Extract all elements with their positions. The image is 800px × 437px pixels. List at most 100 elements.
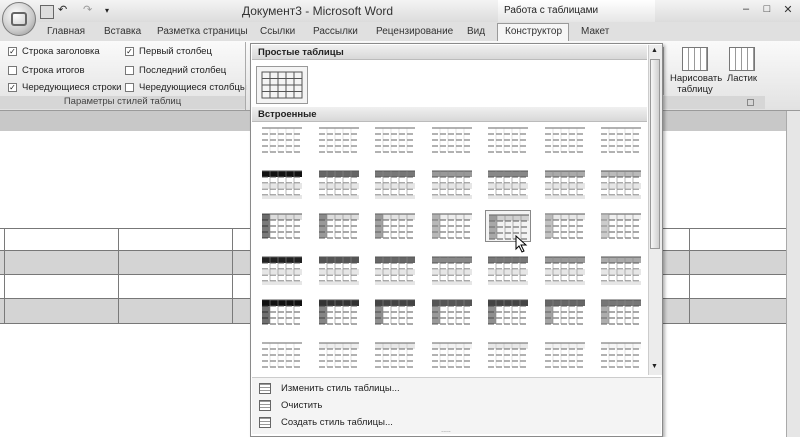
- table-style-thumb-icon: [544, 342, 585, 368]
- table-style-thumb-icon: [318, 213, 359, 239]
- plain-table-style[interactable]: [256, 66, 308, 104]
- table-style-thumb-icon: [544, 256, 585, 285]
- table-style-thumb-icon: [375, 342, 415, 368]
- table-style-option[interactable]: [316, 167, 362, 199]
- office-logo-icon: [11, 12, 27, 26]
- table-style-thumb-icon: [318, 299, 359, 325]
- table-style-thumb-icon: [431, 299, 472, 325]
- table-border: [232, 228, 233, 323]
- table-style-option[interactable]: [485, 296, 531, 328]
- table-style-thumb-icon: [601, 256, 641, 285]
- table-style-option[interactable]: [372, 296, 418, 328]
- gallery-resize-grip[interactable]: .....: [431, 427, 461, 435]
- table-style-thumb-icon: [318, 256, 359, 285]
- table-style-option[interactable]: [372, 167, 418, 199]
- table-style-option[interactable]: [316, 296, 362, 328]
- table-style-option[interactable]: [598, 296, 644, 328]
- table-style-option[interactable]: [429, 124, 475, 156]
- table-style-thumb-icon: [431, 127, 472, 153]
- table-style-thumb-icon: [601, 170, 641, 199]
- table-style-option[interactable]: [372, 210, 418, 242]
- table-style-thumb-icon: [544, 170, 585, 199]
- modify-style-menu-item[interactable]: Изменить стиль таблицы...: [259, 380, 649, 398]
- gallery-scrollbar[interactable]: ▲ ▼: [648, 45, 662, 375]
- table-style-option[interactable]: [485, 253, 531, 285]
- table-style-option[interactable]: [259, 253, 305, 285]
- table-style-option[interactable]: [485, 339, 531, 371]
- table-style-option[interactable]: [542, 339, 588, 371]
- table-style-thumb-icon: [544, 299, 585, 325]
- document-scrollbar[interactable]: [786, 111, 800, 437]
- table-style-option[interactable]: [316, 124, 362, 156]
- table-style-thumb-icon: [601, 127, 641, 153]
- table-style-option[interactable]: [372, 124, 418, 156]
- table-style-thumb-icon: [544, 127, 585, 153]
- office-button[interactable]: [2, 2, 36, 36]
- table-style-thumb-icon: [488, 127, 528, 153]
- table-style-option[interactable]: [598, 167, 644, 199]
- table-style-thumb-icon: [318, 170, 359, 199]
- table-style-thumb-icon: [262, 256, 302, 285]
- table-style-option[interactable]: [429, 296, 475, 328]
- clear-label: Очистить: [281, 400, 323, 411]
- table-style-option[interactable]: [316, 253, 362, 285]
- table-style-thumb-icon: [431, 342, 472, 368]
- table-style-option[interactable]: [598, 210, 644, 242]
- table-style-option[interactable]: [542, 210, 588, 242]
- table-style-option[interactable]: [542, 167, 588, 199]
- table-style-option[interactable]: [429, 253, 475, 285]
- table-style-thumb-icon: [544, 213, 585, 239]
- table-edit-icon: [259, 383, 271, 394]
- table-style-thumb-icon: [375, 170, 415, 199]
- table-style-thumb-icon: [488, 342, 528, 368]
- table-style-option[interactable]: [598, 339, 644, 371]
- table-style-option[interactable]: [259, 124, 305, 156]
- table-style-thumb-icon: [431, 170, 472, 199]
- table-style-thumb-icon: [262, 342, 302, 368]
- table-styles-gallery[interactable]: Простые таблицы Встроенные ▲ ▼ Изменить …: [250, 43, 663, 437]
- gallery-menu: Изменить стиль таблицы... Очистить Созда…: [252, 377, 661, 434]
- table-style-option[interactable]: [259, 210, 305, 242]
- table-new-icon: [259, 417, 271, 428]
- table-style-option[interactable]: [429, 339, 475, 371]
- clear-menu-item[interactable]: Очистить: [259, 397, 649, 415]
- table-style-thumb-icon: [262, 213, 302, 239]
- table-border: [118, 228, 119, 323]
- table-style-thumb-icon: [375, 299, 415, 325]
- table-style-option[interactable]: [259, 339, 305, 371]
- table-style-thumb-icon: [375, 256, 415, 285]
- table-style-option[interactable]: [598, 124, 644, 156]
- table-style-option[interactable]: [542, 253, 588, 285]
- table-style-thumb-icon: [488, 299, 528, 325]
- table-style-option[interactable]: [542, 124, 588, 156]
- plain-tables-header: Простые таблицы: [252, 45, 647, 60]
- scroll-down-icon[interactable]: ▼: [651, 363, 658, 370]
- table-style-thumb-icon: [601, 342, 641, 368]
- table-style-thumb-icon: [601, 299, 641, 325]
- table-style-option[interactable]: [316, 339, 362, 371]
- table-style-thumb-icon: [262, 299, 302, 325]
- table-style-thumb-icon: [318, 342, 359, 368]
- table-style-thumb-icon: [431, 256, 472, 285]
- builtin-header: Встроенные: [252, 107, 647, 122]
- table-clear-icon: [259, 400, 271, 411]
- table-style-option[interactable]: [259, 167, 305, 199]
- table-style-option[interactable]: [542, 296, 588, 328]
- table-style-option[interactable]: [485, 167, 531, 199]
- scroll-up-icon[interactable]: ▲: [651, 47, 658, 54]
- table-style-option[interactable]: [316, 210, 362, 242]
- table-style-option[interactable]: [429, 210, 475, 242]
- table-style-option[interactable]: [485, 124, 531, 156]
- table-style-option[interactable]: [429, 167, 475, 199]
- table-border: [689, 228, 690, 323]
- table-style-option[interactable]: [372, 253, 418, 285]
- mouse-cursor-icon: [515, 235, 528, 253]
- table-style-option[interactable]: [259, 296, 305, 328]
- table-style-thumb-icon: [262, 127, 302, 153]
- table-style-option[interactable]: [598, 253, 644, 285]
- table-style-option[interactable]: [372, 339, 418, 371]
- new-style-label: Создать стиль таблицы...: [281, 417, 393, 428]
- modify-style-label: Изменить стиль таблицы...: [281, 383, 400, 394]
- gallery-scroll-thumb[interactable]: [650, 59, 660, 249]
- table-style-thumb-icon: [488, 170, 528, 199]
